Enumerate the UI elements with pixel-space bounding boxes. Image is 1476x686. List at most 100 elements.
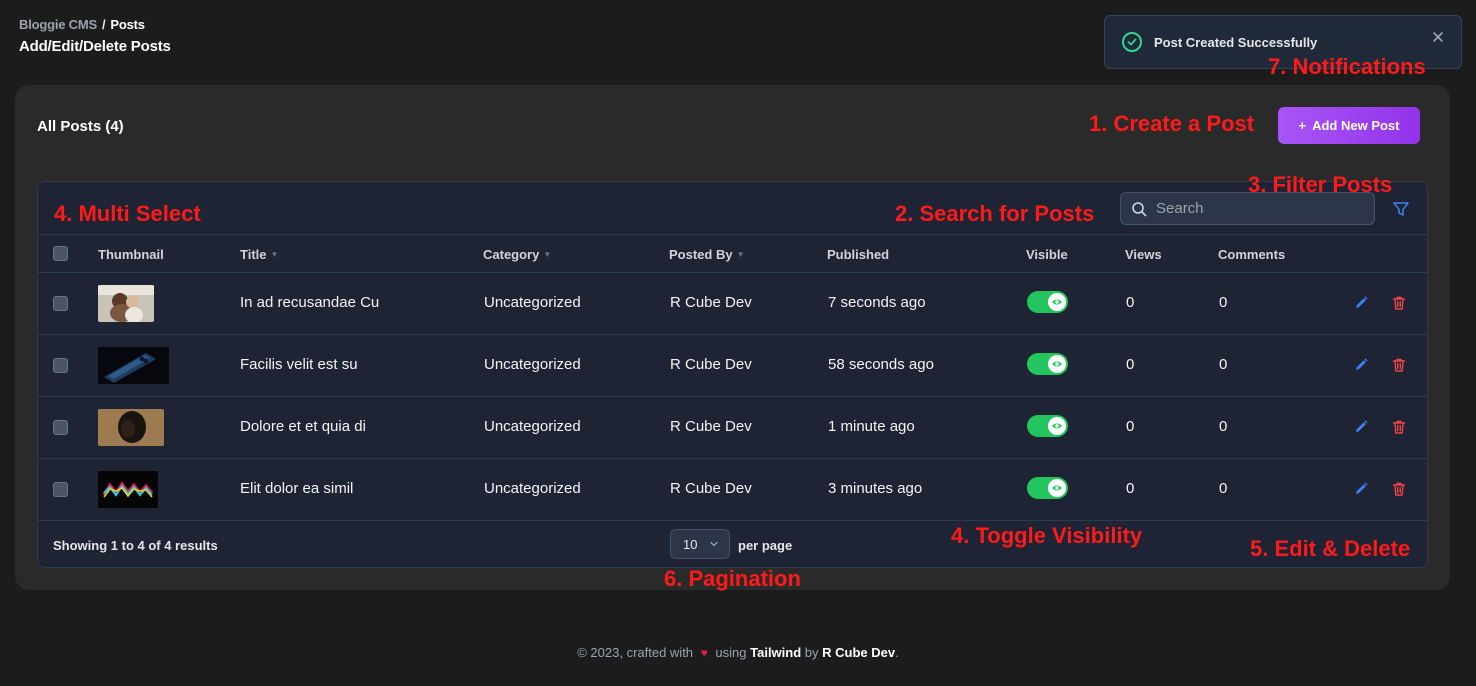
breadcrumb-root-link[interactable]: Bloggie CMS: [19, 17, 97, 32]
post-views: 0: [1126, 294, 1135, 311]
table-row: In ad recusandae Cu Uncategorized R Cube…: [38, 273, 1427, 335]
row-checkbox[interactable]: [53, 420, 68, 435]
post-author: R Cube Dev: [670, 356, 752, 373]
table-footer: Showing 1 to 4 of 4 results 10 per page: [38, 522, 1427, 567]
sort-chevron-icon: ▼: [270, 250, 279, 259]
annotation-toggle: 4. Toggle Visibility: [951, 523, 1143, 548]
column-published: Published: [827, 247, 889, 262]
annotation-pagination: 6. Pagination: [664, 566, 801, 591]
search-icon: [1132, 201, 1147, 216]
search-input[interactable]: [1156, 200, 1356, 217]
post-category: Uncategorized: [484, 480, 581, 497]
per-page-label: per page: [738, 538, 793, 553]
post-views: 0: [1126, 418, 1135, 435]
annotation-search: 2. Search for Posts: [895, 201, 1095, 226]
column-thumbnail: Thumbnail: [98, 247, 164, 262]
heart-icon: ♥: [700, 646, 708, 660]
row-checkbox[interactable]: [53, 482, 68, 497]
post-comments: 0: [1219, 480, 1228, 497]
annotation-create: 1. Create a Post: [1089, 111, 1255, 136]
post-title[interactable]: Elit dolor ea simil: [240, 480, 353, 497]
column-category-label: Category: [483, 247, 540, 262]
eye-icon: [1048, 293, 1066, 311]
footer-using: using: [715, 645, 747, 660]
add-new-post-label: Add New Post: [1312, 118, 1400, 133]
column-title[interactable]: Title ▼: [240, 247, 278, 262]
edit-icon[interactable]: [1353, 295, 1369, 311]
footer-suffix: .: [895, 645, 899, 660]
results-summary: Showing 1 to 4 of 4 results: [53, 538, 218, 553]
post-thumbnail: [98, 285, 154, 322]
footer-author: R Cube Dev: [822, 645, 896, 660]
post-title[interactable]: Facilis velit est su: [240, 356, 358, 373]
post-thumbnail: [98, 409, 164, 446]
trash-icon[interactable]: [1391, 357, 1407, 373]
chevron-down-icon: [710, 541, 718, 547]
column-views-label: Views: [1125, 247, 1162, 262]
close-icon[interactable]: [1431, 30, 1445, 44]
post-title[interactable]: In ad recusandae Cu: [240, 294, 379, 311]
post-thumbnail: [98, 471, 158, 508]
post-views: 0: [1126, 480, 1135, 497]
post-thumbnail: [98, 347, 169, 384]
filter-icon[interactable]: [1392, 200, 1410, 218]
visibility-toggle[interactable]: [1027, 291, 1068, 313]
page-footer: © 2023, crafted with ♥ using Tailwind by…: [0, 645, 1476, 660]
breadcrumb-separator: /: [101, 17, 106, 32]
column-visible-label: Visible: [1026, 247, 1068, 262]
sort-chevron-icon: ▼: [736, 250, 745, 259]
visibility-toggle[interactable]: [1027, 353, 1068, 375]
edit-icon[interactable]: [1353, 481, 1369, 497]
breadcrumb-current: Posts: [110, 17, 145, 32]
column-comments: Comments: [1218, 247, 1285, 262]
annotation-edit-delete: 5. Edit & Delete: [1250, 536, 1411, 561]
eye-icon: [1048, 479, 1066, 497]
per-page-select[interactable]: 10: [670, 529, 730, 559]
sort-chevron-icon: ▼: [543, 250, 552, 259]
select-all-checkbox[interactable]: [53, 246, 68, 261]
table-header: Thumbnail Title ▼ Category ▼ Posted By ▼ Pu…: [38, 234, 1427, 273]
column-thumbnail-label: Thumbnail: [98, 247, 164, 262]
column-views: Views: [1125, 247, 1162, 262]
post-published: 3 minutes ago: [828, 480, 923, 497]
column-category[interactable]: Category ▼: [483, 247, 551, 262]
column-published-label: Published: [827, 247, 890, 262]
add-new-post-button[interactable]: + Add New Post: [1278, 107, 1420, 144]
eye-icon: [1048, 355, 1066, 373]
annotation-notifications: 7. Notifications: [1268, 54, 1426, 79]
eye-icon: [1048, 417, 1066, 435]
table-row: Dolore et et quia di Uncategorized R Cub…: [38, 397, 1427, 459]
breadcrumb: Bloggie CMS / Posts: [19, 17, 145, 32]
visibility-toggle[interactable]: [1027, 415, 1068, 437]
footer-by: by: [804, 645, 819, 660]
post-published: 7 seconds ago: [828, 294, 926, 311]
posts-table-panel: Thumbnail Title▼ Category▼ Posted By▼ Pu…: [37, 181, 1428, 568]
column-visible: Visible: [1026, 247, 1068, 262]
edit-icon[interactable]: [1353, 419, 1369, 435]
edit-icon[interactable]: [1353, 357, 1369, 373]
row-checkbox[interactable]: [53, 358, 68, 373]
page-title: Add/Edit/Delete Posts: [19, 38, 171, 55]
per-page-value: 10: [683, 536, 698, 552]
trash-icon[interactable]: [1391, 295, 1407, 311]
check-circle-icon: [1122, 32, 1142, 52]
column-title-label: Title: [240, 247, 267, 262]
post-category: Uncategorized: [484, 294, 581, 311]
column-posted-by-label: Posted By: [669, 247, 733, 262]
footer-framework: Tailwind: [750, 645, 802, 660]
column-comments-label: Comments: [1218, 247, 1286, 262]
table-row: Facilis velit est su Uncategorized R Cub…: [38, 335, 1427, 397]
post-category: Uncategorized: [484, 356, 581, 373]
post-author: R Cube Dev: [670, 480, 752, 497]
table-row: Elit dolor ea simil Uncategorized R Cube…: [38, 459, 1427, 521]
trash-icon[interactable]: [1391, 419, 1407, 435]
post-title[interactable]: Dolore et et quia di: [240, 418, 366, 435]
footer-prefix: © 2023, crafted with: [577, 645, 694, 660]
column-posted-by[interactable]: Posted By ▼: [669, 247, 745, 262]
posts-card: All Posts (4) + Add New Post Thumbnail T…: [15, 85, 1450, 590]
post-author: R Cube Dev: [670, 294, 752, 311]
visibility-toggle[interactable]: [1027, 477, 1068, 499]
annotation-filter: 3. Filter Posts: [1248, 172, 1393, 197]
row-checkbox[interactable]: [53, 296, 68, 311]
trash-icon[interactable]: [1391, 481, 1407, 497]
